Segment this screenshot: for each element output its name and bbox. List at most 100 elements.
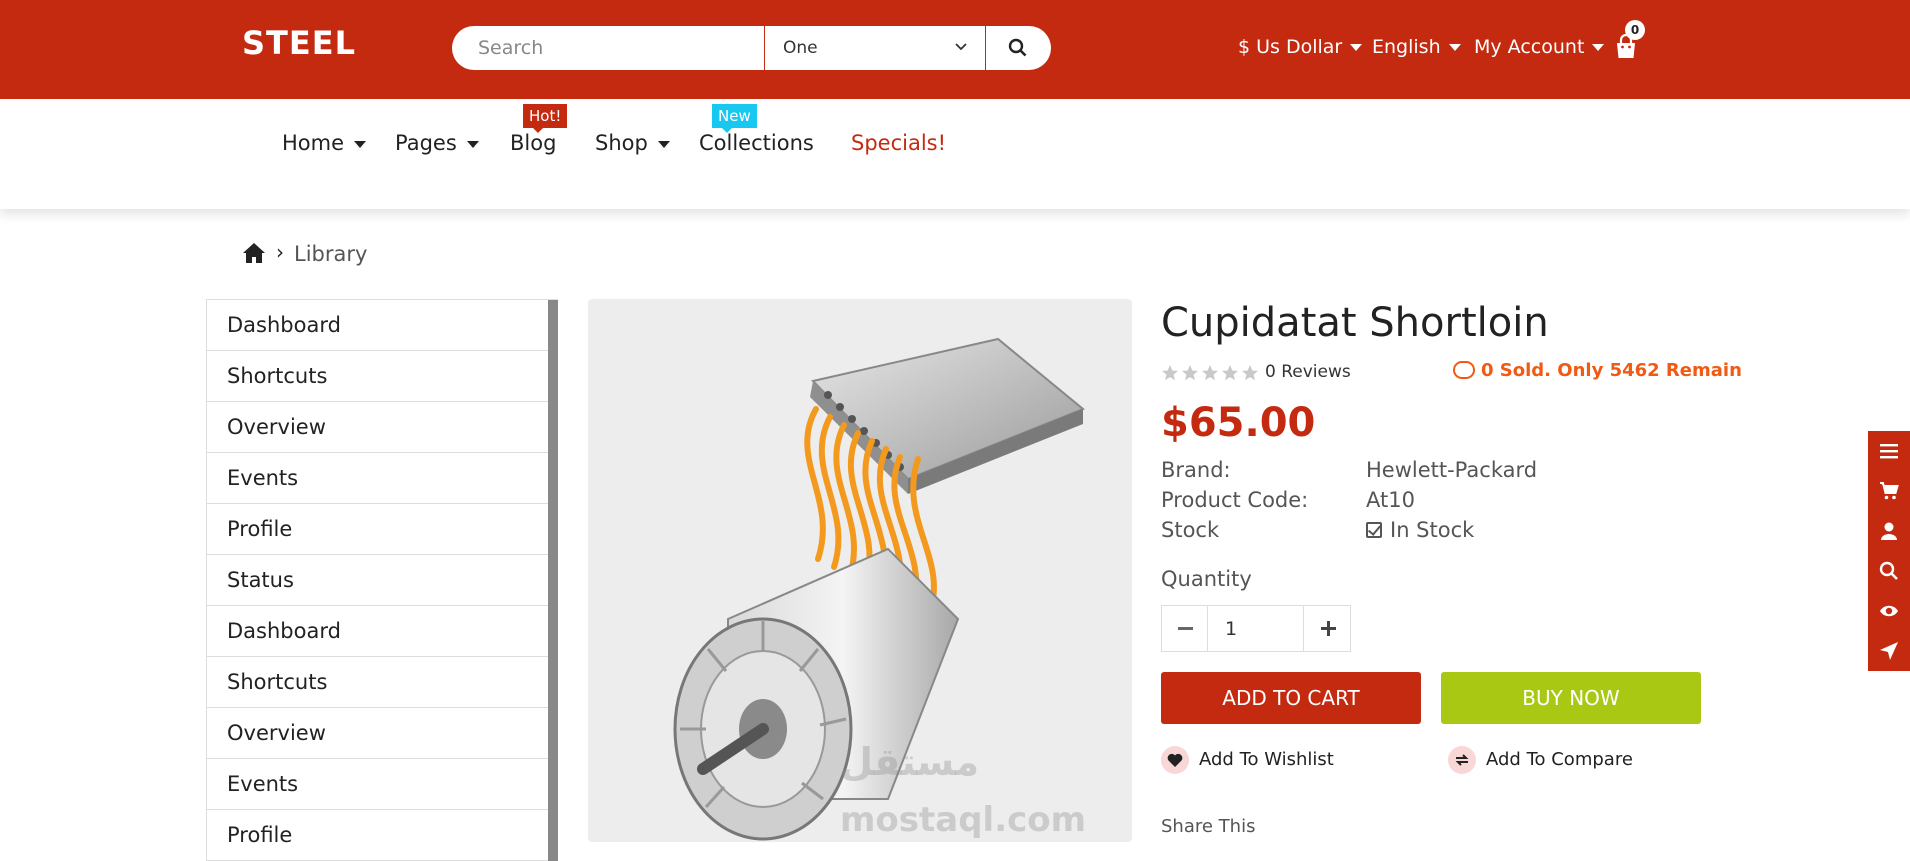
- caret-down-icon: [354, 140, 367, 148]
- search-icon: [1008, 38, 1027, 57]
- brand-label: Brand:: [1161, 458, 1231, 482]
- menu-icon: [1880, 444, 1898, 459]
- view-button[interactable]: [1868, 591, 1910, 631]
- quantity-label: Quantity: [1161, 567, 1252, 591]
- quantity-input[interactable]: [1209, 606, 1269, 651]
- increase-button[interactable]: [1303, 606, 1351, 651]
- chevron-down-icon: [955, 43, 967, 51]
- decrease-button[interactable]: [1162, 606, 1208, 651]
- nav-label: Specials!: [851, 131, 947, 155]
- language-label: English: [1372, 36, 1441, 58]
- brand-value[interactable]: Hewlett-Packard: [1366, 458, 1537, 482]
- sidebar-item-shortcuts[interactable]: Shortcuts: [207, 351, 549, 402]
- watermark-latin: mostaql.com: [840, 800, 1087, 840]
- wishlist-label: Add To Wishlist: [1199, 749, 1334, 770]
- sidebar-item-overview[interactable]: Overview: [207, 402, 549, 453]
- user-button[interactable]: [1868, 511, 1910, 551]
- top-bar: STEEL One $ Us Dollar English My Account…: [0, 0, 1910, 99]
- sidebar-item-events[interactable]: Events: [207, 759, 549, 810]
- currency-label: $ Us Dollar: [1238, 36, 1343, 58]
- product-title: Cupidatat Shortloin: [1161, 300, 1549, 346]
- currency-dropdown[interactable]: $ Us Dollar: [1238, 36, 1363, 58]
- language-dropdown[interactable]: English: [1372, 36, 1461, 58]
- breadcrumb-current[interactable]: Library: [294, 242, 367, 266]
- stock-label: Stock: [1161, 518, 1220, 542]
- product-code-value: At10: [1366, 488, 1415, 512]
- cart-button[interactable]: [1868, 471, 1910, 511]
- new-badge: New: [712, 104, 757, 133]
- search-bar: One: [452, 26, 1051, 70]
- sidebar-item-shortcuts[interactable]: Shortcuts: [207, 657, 549, 708]
- account-dropdown[interactable]: My Account: [1474, 36, 1605, 58]
- user-icon: [1881, 522, 1897, 540]
- stock-value: In Stock: [1366, 518, 1474, 542]
- star-icon: [1182, 365, 1198, 381]
- nav-label: Blog: [510, 131, 557, 155]
- nav-item-shop[interactable]: Shop: [595, 131, 670, 155]
- search-button[interactable]: [986, 26, 1051, 70]
- nav-item-collections[interactable]: Collections: [699, 131, 814, 155]
- category-select-value: One: [783, 38, 818, 58]
- quantity-stepper: [1161, 605, 1351, 652]
- add-to-compare-button[interactable]: Add To Compare: [1448, 745, 1633, 775]
- nav-label: Home: [282, 131, 345, 155]
- cart-count-badge: 0: [1625, 20, 1645, 40]
- caret-down-icon: [1448, 44, 1461, 51]
- search-input[interactable]: [478, 26, 778, 70]
- search-tool-button[interactable]: [1868, 551, 1910, 591]
- nav-label: Pages: [395, 131, 457, 155]
- scrollbar[interactable]: [548, 300, 558, 861]
- stock-text: In Stock: [1390, 518, 1475, 542]
- sidebar-item-events[interactable]: Events: [207, 453, 549, 504]
- sidebar-item-dashboard[interactable]: Dashboard: [207, 606, 549, 657]
- caret-down-icon: [1350, 44, 1363, 51]
- caret-down-icon: [466, 140, 479, 148]
- nav-label: Shop: [595, 131, 648, 155]
- hot-badge: Hot!: [523, 104, 568, 133]
- nav-label: Collections: [699, 131, 814, 155]
- product-code-label: Product Code:: [1161, 488, 1309, 512]
- cart-icon: [1880, 482, 1899, 500]
- sidebar-item-status[interactable]: Status: [207, 555, 549, 606]
- sidebar-item-dashboard[interactable]: Dashboard: [207, 300, 549, 351]
- category-select[interactable]: One: [765, 26, 985, 70]
- buy-now-button[interactable]: BUY NOW: [1441, 672, 1701, 724]
- reviews-link[interactable]: 0 Reviews: [1265, 362, 1351, 382]
- sold-status: 0 Sold. Only 5462 Remain: [1453, 360, 1742, 381]
- compare-icon: [1448, 746, 1476, 774]
- home-icon[interactable]: [242, 242, 266, 264]
- check-square-icon: [1366, 522, 1382, 538]
- product-price: $65.00: [1161, 400, 1316, 446]
- watermark-arabic: مستقل: [840, 740, 979, 784]
- nav-item-specials[interactable]: Specials!: [851, 131, 946, 155]
- share-label: Share This: [1161, 816, 1256, 837]
- menu-button[interactable]: [1868, 431, 1910, 471]
- sidebar-item-overview[interactable]: Overview: [207, 708, 549, 759]
- fire-icon: [1453, 361, 1475, 379]
- side-toolbar: [1868, 431, 1910, 671]
- eye-icon: [1880, 605, 1898, 617]
- rating-stars: [1162, 365, 1258, 381]
- location-arrow-icon: [1880, 642, 1898, 660]
- sidebar-item-profile[interactable]: Profile: [207, 810, 549, 861]
- logo[interactable]: STEEL: [242, 24, 356, 62]
- search-icon: [1879, 561, 1898, 580]
- add-to-wishlist-button[interactable]: Add To Wishlist: [1161, 745, 1334, 775]
- compare-label: Add To Compare: [1486, 749, 1633, 770]
- star-icon: [1242, 365, 1258, 381]
- caret-down-icon: [1592, 44, 1605, 51]
- caret-down-icon: [657, 140, 670, 148]
- sidebar: Dashboard Shortcuts Overview Events Prof…: [206, 299, 558, 861]
- location-button[interactable]: [1868, 631, 1910, 671]
- nav-item-blog[interactable]: Blog: [510, 131, 556, 155]
- heart-icon: [1161, 746, 1189, 774]
- breadcrumb-separator-icon: ›: [276, 240, 284, 264]
- star-icon: [1162, 365, 1178, 381]
- star-icon: [1222, 365, 1238, 381]
- account-label: My Account: [1474, 36, 1585, 58]
- nav-item-pages[interactable]: Pages: [395, 131, 479, 155]
- add-to-cart-button[interactable]: ADD TO CART: [1161, 672, 1421, 724]
- nav-item-home[interactable]: Home: [282, 131, 367, 155]
- star-icon: [1202, 365, 1218, 381]
- sidebar-item-profile[interactable]: Profile: [207, 504, 549, 555]
